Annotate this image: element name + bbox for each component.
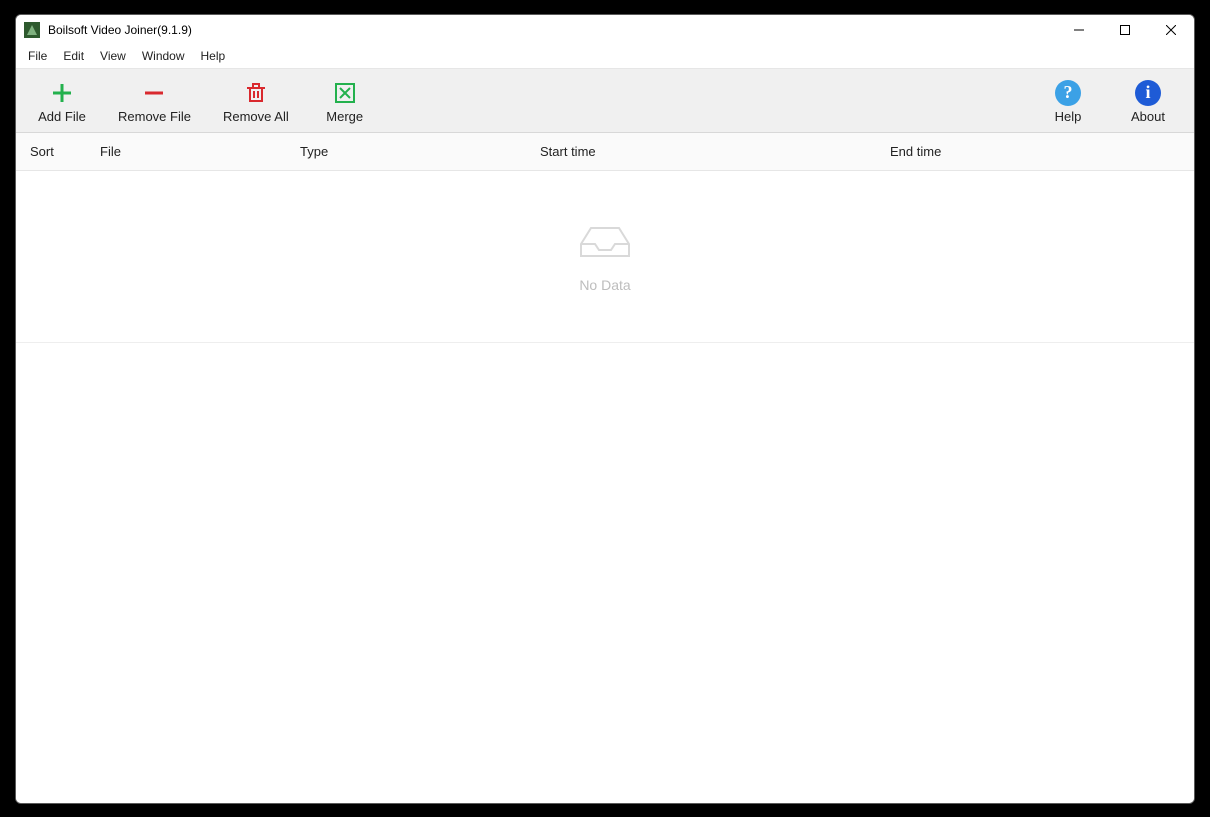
plus-icon — [50, 79, 74, 107]
col-header-end[interactable]: End time — [876, 144, 1194, 159]
col-header-sort[interactable]: Sort — [16, 144, 86, 159]
col-header-type[interactable]: Type — [286, 144, 526, 159]
add-file-button[interactable]: Add File — [22, 75, 102, 126]
toolbar: Add File Remove File Remove All — [16, 69, 1194, 133]
menu-window[interactable]: Window — [134, 46, 193, 66]
help-icon: ? — [1055, 79, 1081, 107]
file-list-area[interactable]: No Data — [16, 171, 1194, 343]
trash-icon — [244, 79, 268, 107]
col-header-start[interactable]: Start time — [526, 144, 876, 159]
add-file-label: Add File — [38, 109, 86, 124]
window-title: Boilsoft Video Joiner(9.1.9) — [48, 23, 192, 37]
help-button[interactable]: ? Help — [1028, 75, 1108, 126]
app-window: Boilsoft Video Joiner(9.1.9) File Edit V… — [15, 14, 1195, 804]
titlebar[interactable]: Boilsoft Video Joiner(9.1.9) — [16, 15, 1194, 45]
info-icon: i — [1135, 79, 1161, 107]
menu-help[interactable]: Help — [193, 46, 234, 66]
close-button[interactable] — [1148, 15, 1194, 45]
maximize-button[interactable] — [1102, 15, 1148, 45]
remove-all-label: Remove All — [223, 109, 289, 124]
remove-all-button[interactable]: Remove All — [207, 75, 305, 126]
menu-edit[interactable]: Edit — [55, 46, 92, 66]
help-label: Help — [1055, 109, 1082, 124]
minus-icon — [142, 79, 166, 107]
column-headers: Sort File Type Start time End time — [16, 133, 1194, 171]
minimize-button[interactable] — [1056, 15, 1102, 45]
app-icon — [24, 22, 40, 38]
col-header-file[interactable]: File — [86, 144, 286, 159]
merge-button[interactable]: Merge — [305, 75, 385, 126]
merge-label: Merge — [326, 109, 363, 124]
lower-panel — [16, 343, 1194, 803]
about-button[interactable]: i About — [1108, 75, 1188, 126]
menu-view[interactable]: View — [92, 46, 134, 66]
menubar: File Edit View Window Help — [16, 45, 1194, 69]
remove-file-label: Remove File — [118, 109, 191, 124]
remove-file-button[interactable]: Remove File — [102, 75, 207, 126]
merge-icon — [333, 79, 357, 107]
menu-file[interactable]: File — [20, 46, 55, 66]
no-data-text: No Data — [579, 277, 630, 293]
window-controls — [1056, 15, 1194, 45]
inbox-icon — [577, 220, 633, 265]
about-label: About — [1131, 109, 1165, 124]
